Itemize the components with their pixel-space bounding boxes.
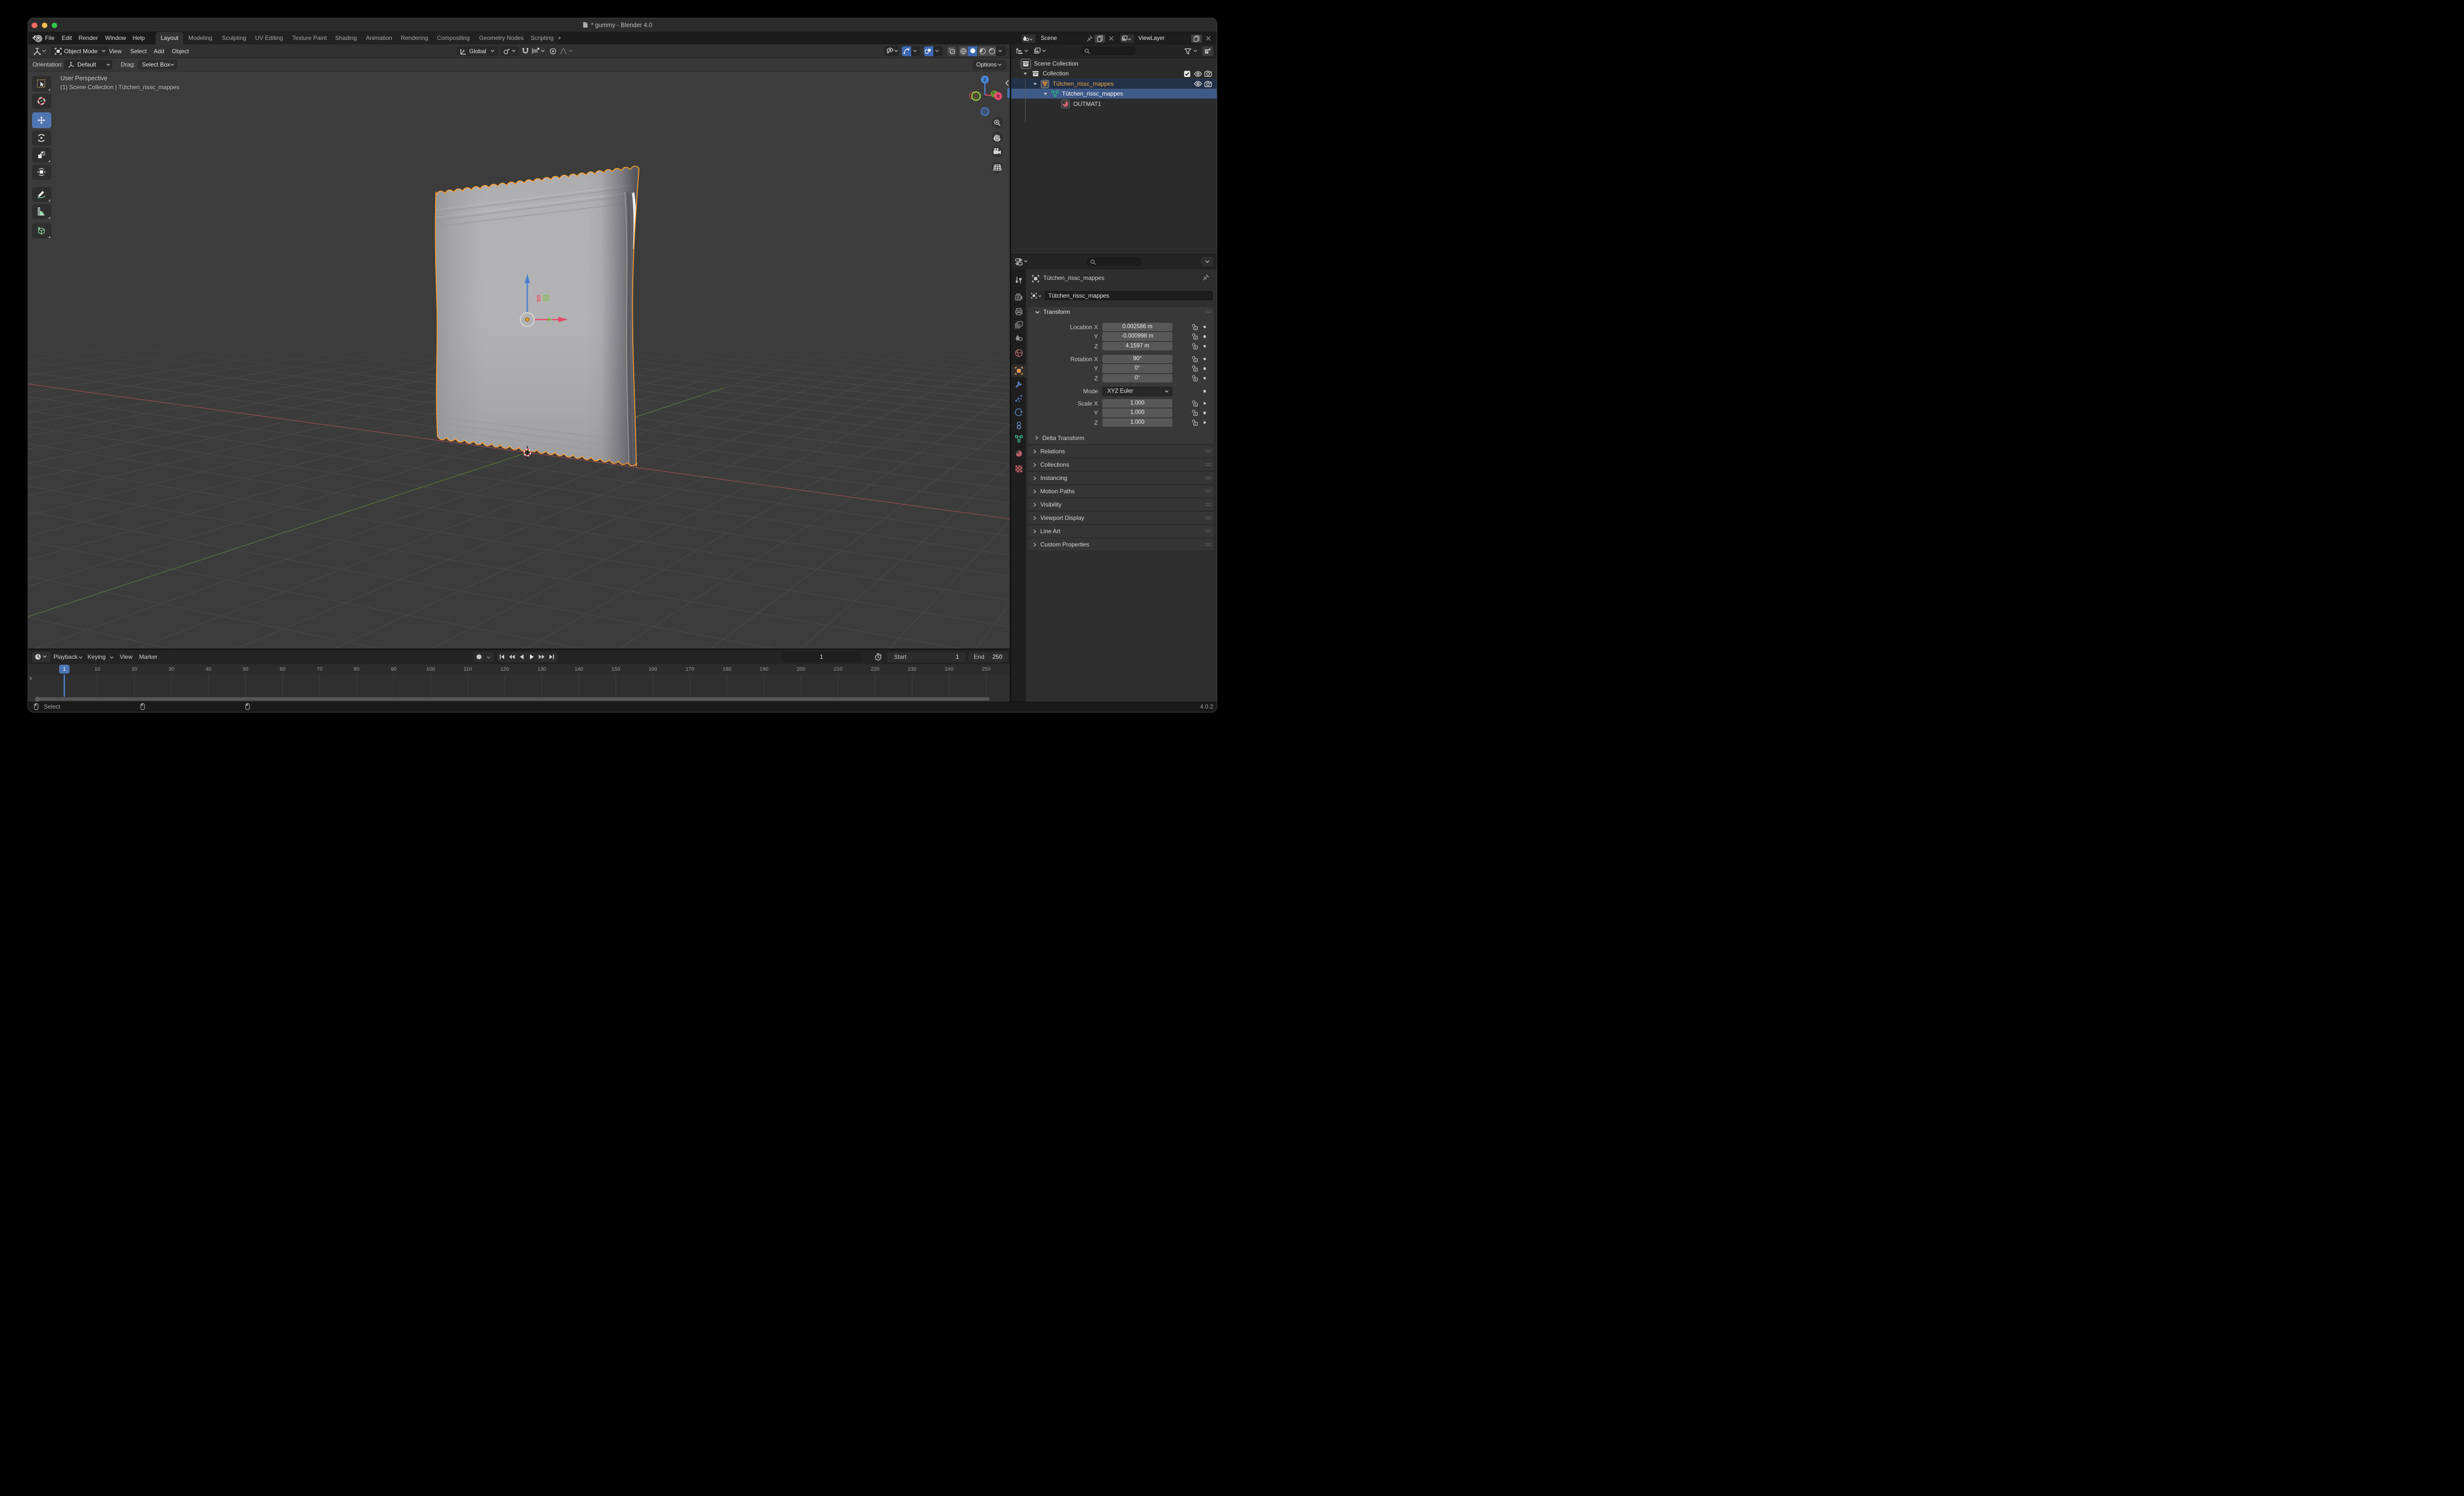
svg-text:Y: Y [992, 91, 995, 96]
svg-text:Z: Z [984, 77, 987, 83]
svg-text:X: X [996, 94, 1000, 100]
